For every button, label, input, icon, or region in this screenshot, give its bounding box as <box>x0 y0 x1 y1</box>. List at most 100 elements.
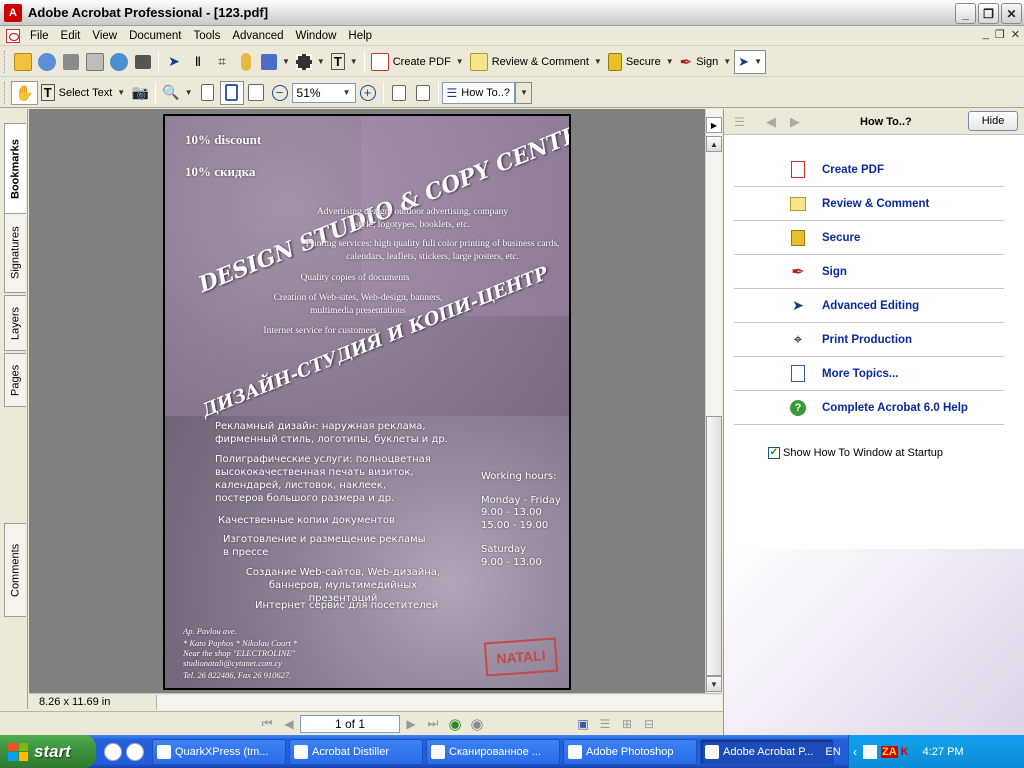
actual-size-button[interactable] <box>196 81 220 105</box>
panel-toggle-arrow[interactable]: ▶ <box>706 117 722 133</box>
topic-advanced-editing[interactable]: ➤ Advanced Editing <box>734 289 1004 323</box>
doc-restore-button[interactable]: ❐ <box>995 28 1005 41</box>
crop-button[interactable]: ⌗ <box>210 50 234 74</box>
continuous-facing-button[interactable]: ⊟ <box>638 714 660 734</box>
topic-print-production[interactable]: ⌖ Print Production <box>734 323 1004 357</box>
task-acrobat-distiller[interactable]: Acrobat Distiller <box>289 738 423 765</box>
menu-help[interactable]: Help <box>342 26 378 46</box>
forward-arrow-icon[interactable]: ▶ <box>790 114 800 130</box>
tab-signatures[interactable]: Signatures <box>4 213 26 293</box>
internet-explorer-icon[interactable] <box>126 742 144 761</box>
how-to-dropdown-arrow[interactable]: ▼ <box>515 81 532 104</box>
last-page-button[interactable]: ⏭ <box>422 714 444 734</box>
single-page-button[interactable]: ▣ <box>572 714 594 734</box>
doc-close-button[interactable]: ✕ <box>1011 28 1020 41</box>
zoom-out-icon: − <box>271 84 288 101</box>
restore-button[interactable]: ❐ <box>978 3 999 24</box>
open-button[interactable] <box>11 50 35 74</box>
task-photoshop[interactable]: Adobe Photoshop <box>563 738 697 765</box>
zoom-in-button[interactable]: + <box>356 81 380 105</box>
menu-advanced[interactable]: Advanced <box>226 26 289 46</box>
close-button[interactable]: ✕ <box>1001 3 1022 24</box>
doc-minimize-button[interactable]: _ <box>983 28 989 41</box>
zoom-out-button[interactable]: − <box>268 81 292 105</box>
topic-secure[interactable]: Secure <box>734 221 1004 255</box>
menu-tools[interactable]: Tools <box>188 26 227 46</box>
zoom-in-tool-button[interactable]: 🔍 ▼ <box>159 81 195 105</box>
link-button[interactable] <box>234 50 258 74</box>
email-button[interactable] <box>107 50 131 74</box>
ru-advertising: Рекламный дизайн: наружная реклама, фирм… <box>215 421 448 445</box>
snapshot-button[interactable]: 📷 <box>128 81 152 105</box>
network-icon[interactable] <box>863 744 877 759</box>
menu-document[interactable]: Document <box>123 26 187 46</box>
topic-review-comment[interactable]: Review & Comment <box>734 187 1004 221</box>
topic-sign[interactable]: ✒ Sign <box>734 255 1004 289</box>
document-icon[interactable] <box>6 28 20 43</box>
scroll-up-button[interactable]: ▲ <box>706 136 722 152</box>
menu-edit[interactable]: Edit <box>55 26 87 46</box>
zoom-level-input[interactable]: 51% ▼ <box>291 82 356 103</box>
tab-bookmarks[interactable]: Bookmarks <box>4 123 26 215</box>
fit-width-button[interactable] <box>244 81 268 105</box>
organizer-button[interactable] <box>35 50 59 74</box>
save-button[interactable] <box>59 50 83 74</box>
page-number-input[interactable]: 1 of 1 <box>300 714 400 733</box>
facing-button[interactable]: ⊞ <box>616 714 638 734</box>
select-text-button[interactable]: T Select Text ▼ <box>38 81 128 105</box>
review-comment-button[interactable]: Review & Comment ▼ <box>467 50 605 74</box>
task-acrobat[interactable]: Adobe Acrobat P... <box>700 738 834 765</box>
back-arrow-icon[interactable]: ◀ <box>766 114 776 130</box>
scroll-down-button[interactable]: ▼ <box>706 676 722 692</box>
task-quarkxpress[interactable]: QuarkXPress (tm... <box>152 738 286 765</box>
clock[interactable]: 4:27 PM <box>923 746 964 758</box>
hide-button[interactable]: Hide <box>968 111 1018 131</box>
create-pdf-button[interactable]: Create PDF ▼ <box>368 50 467 74</box>
hand-tool-button[interactable]: ✋ <box>11 80 38 105</box>
tab-comments[interactable]: Comments <box>4 523 26 617</box>
minimize-button[interactable]: _ <box>955 3 976 24</box>
previous-page-button[interactable]: ◀ <box>278 714 300 734</box>
task-scanned[interactable]: Сканированное ... <box>426 738 560 765</box>
tray-expand-icon[interactable]: ‹ <box>853 745 857 759</box>
show-at-startup-checkbox[interactable]: ✓ <box>768 447 780 459</box>
continuous-button[interactable]: ☰ <box>594 714 616 734</box>
media-player-icon[interactable] <box>104 742 122 761</box>
zonealarm-icon[interactable]: ZA <box>881 745 898 758</box>
menu-file[interactable]: File <box>24 26 55 46</box>
next-page-button[interactable]: ▶ <box>400 714 422 734</box>
tab-layers[interactable]: Layers <box>4 295 26 351</box>
touchup-text-button[interactable]: Ⅱ <box>186 50 210 74</box>
fit-page-button[interactable] <box>219 80 244 105</box>
first-page-button[interactable]: ⏮ <box>256 714 278 734</box>
select-object-button[interactable]: ➤ <box>162 50 186 74</box>
language-indicator[interactable]: EN <box>819 746 847 758</box>
tab-pages[interactable]: Pages <box>4 353 26 407</box>
form-button[interactable]: ▼ <box>258 50 293 74</box>
search-button[interactable] <box>131 50 155 74</box>
topic-complete-help[interactable]: ? Complete Acrobat 6.0 Help <box>734 391 1004 425</box>
go-back-button[interactable]: ◉ <box>444 714 466 734</box>
horizontal-scrollbar[interactable] <box>157 694 722 710</box>
start-button[interactable]: start <box>0 735 96 768</box>
show-at-startup[interactable]: ✓ Show How To Window at Startup <box>768 447 943 459</box>
how-to-home-icon[interactable]: ☰ <box>734 115 745 129</box>
print-button[interactable] <box>83 50 107 74</box>
go-forward-button[interactable]: ◉ <box>466 714 488 734</box>
vertical-scrollbar[interactable]: ▶ ▲ ▼ <box>705 109 722 693</box>
rotate-cw-button[interactable] <box>411 81 435 105</box>
menu-window[interactable]: Window <box>290 26 343 46</box>
menu-view[interactable]: View <box>86 26 123 46</box>
secure-button[interactable]: Secure ▼ <box>605 50 677 74</box>
sign-button[interactable]: ✒ Sign ▼ <box>677 50 735 74</box>
antivirus-icon[interactable]: K <box>901 746 909 758</box>
advanced-editing-button[interactable]: ➤ ▼ <box>734 49 766 74</box>
topic-create-pdf[interactable]: Create PDF <box>734 153 1004 187</box>
scroll-thumb[interactable] <box>706 416 722 676</box>
topic-more-topics[interactable]: More Topics... <box>734 357 1004 391</box>
movie-button[interactable]: ▼ <box>293 50 328 74</box>
document-pane[interactable]: 10% discount 10% скидка DESIGN STUDIO & … <box>29 109 705 693</box>
rotate-ccw-button[interactable] <box>387 81 411 105</box>
how-to-dropdown[interactable]: ☰ How To..? <box>441 81 516 104</box>
article-button[interactable]: T ▼ <box>328 50 361 74</box>
